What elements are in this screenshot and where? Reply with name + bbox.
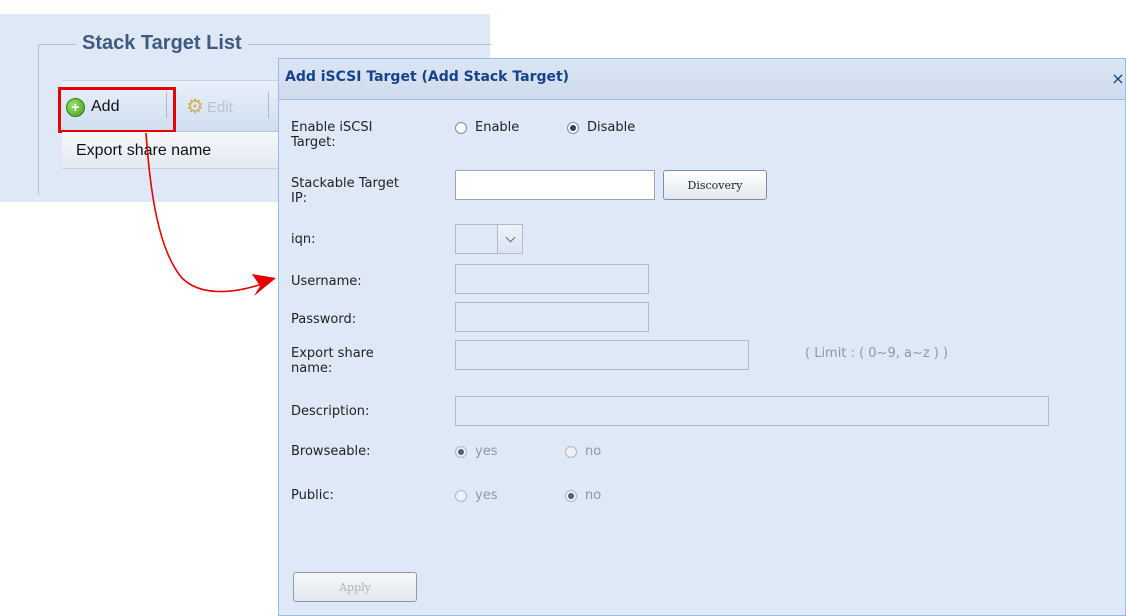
browseable-no-radio[interactable]: no (565, 444, 601, 459)
public-yes-radio[interactable]: yes (455, 488, 497, 503)
close-icon[interactable]: × (1111, 71, 1125, 87)
dialog-body: Enable iSCSI Target: Enable Disable Stac… (279, 99, 1125, 615)
add-iscsi-target-dialog: Add iSCSI Target (Add Stack Target) × En… (278, 58, 1126, 616)
stackable-ip-input[interactable] (455, 170, 655, 200)
description-input[interactable] (455, 396, 1049, 426)
disable-radio[interactable]: Disable (567, 120, 635, 135)
username-label: Username: (291, 274, 362, 289)
iqn-dropdown-trigger[interactable] (497, 225, 522, 253)
dialog-titlebar[interactable]: Add iSCSI Target (Add Stack Target) × (279, 59, 1125, 99)
password-input[interactable] (455, 302, 649, 332)
chevron-down-icon (505, 232, 515, 242)
dialog-title: Add iSCSI Target (Add Stack Target) (285, 69, 570, 85)
apply-button[interactable]: Apply (293, 572, 417, 602)
browseable-label: Browseable: (291, 444, 371, 459)
public-no-radio[interactable]: no (565, 488, 601, 503)
browseable-yes-radio[interactable]: yes (455, 444, 497, 459)
discovery-button[interactable]: Discovery (663, 170, 767, 200)
stackable-ip-label: Stackable Target IP: (291, 176, 399, 206)
radio-button-selected[interactable] (567, 121, 579, 134)
iqn-label: iqn: (291, 232, 316, 247)
export-share-label: Export share name: (291, 346, 374, 376)
limit-hint: ( Limit : ( 0~9, a~z ) ) (805, 346, 949, 361)
enable-target-label: Enable iSCSI Target: (291, 120, 373, 150)
radio-button[interactable] (565, 445, 577, 458)
radio-button-selected[interactable] (565, 489, 577, 502)
radio-button-selected[interactable] (455, 445, 467, 458)
iqn-select-value (456, 225, 500, 253)
iqn-select[interactable] (455, 224, 523, 254)
callout-arrow (145, 132, 276, 296)
radio-button[interactable] (455, 489, 467, 502)
export-share-input[interactable] (455, 340, 749, 370)
username-input[interactable] (455, 264, 649, 294)
description-label: Description: (291, 404, 370, 419)
enable-radio[interactable]: Enable (455, 120, 519, 135)
password-label: Password: (291, 312, 357, 327)
public-label: Public: (291, 488, 334, 503)
radio-button[interactable] (455, 121, 467, 134)
